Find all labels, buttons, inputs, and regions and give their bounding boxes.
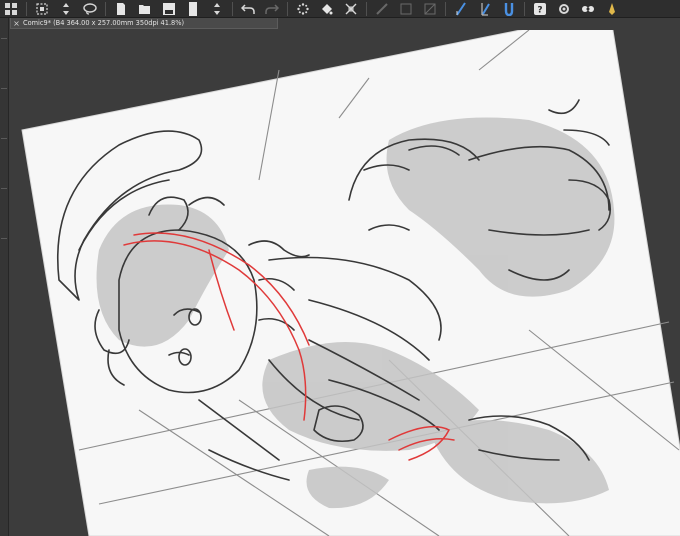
left-panel-rail[interactable] (0, 18, 9, 536)
rail-marker (1, 188, 7, 189)
page-icon[interactable] (184, 1, 202, 17)
pattern-icon[interactable] (579, 1, 597, 17)
toolbar-separator (26, 1, 27, 16)
close-icon[interactable]: × (12, 19, 21, 28)
loading-icon[interactable] (294, 1, 312, 17)
fill-icon[interactable] (318, 1, 336, 17)
rail-marker (1, 38, 7, 39)
toolbar-separator (445, 1, 446, 16)
selection-icon[interactable] (33, 1, 51, 17)
pen-pressure-icon[interactable] (452, 1, 470, 17)
grid-icon[interactable] (2, 1, 20, 17)
document-tab-title: Comic9* (B4 364.00 x 257.00mm 350dpi 41.… (23, 19, 185, 27)
rail-marker (1, 238, 7, 239)
settings-icon[interactable] (555, 1, 573, 17)
magnet-icon[interactable] (500, 1, 518, 17)
toolbar-separator (287, 1, 288, 16)
toolbar-separator (366, 1, 367, 16)
toolbar-separator (524, 1, 525, 16)
save-file-icon[interactable] (160, 1, 178, 17)
main-toolbar: ? (0, 0, 680, 18)
ruler-icon[interactable] (373, 1, 391, 17)
document-tab[interactable]: × Comic9* (B4 364.00 x 257.00mm 350dpi 4… (10, 18, 278, 29)
help-icon[interactable]: ? (531, 1, 549, 17)
new-file-icon[interactable] (112, 1, 130, 17)
rail-marker (1, 138, 7, 139)
rail-marker (1, 88, 7, 89)
stepper-icon[interactable] (57, 1, 75, 17)
canvas-view[interactable] (9, 30, 680, 536)
transform-icon[interactable] (342, 1, 360, 17)
redo-icon[interactable] (263, 1, 281, 17)
svg-text:?: ? (537, 5, 542, 15)
stepper-icon[interactable] (208, 1, 226, 17)
gold-pen-icon[interactable] (603, 1, 621, 17)
canvas-area[interactable] (9, 30, 680, 536)
disabled-icon[interactable] (421, 1, 439, 17)
pen-tilt-icon[interactable] (476, 1, 494, 17)
toolbar-separator (232, 1, 233, 16)
disabled-icon[interactable] (397, 1, 415, 17)
open-file-icon[interactable] (136, 1, 154, 17)
undo-icon[interactable] (239, 1, 257, 17)
toolbar-separator (105, 1, 106, 16)
lasso-icon[interactable] (81, 1, 99, 17)
